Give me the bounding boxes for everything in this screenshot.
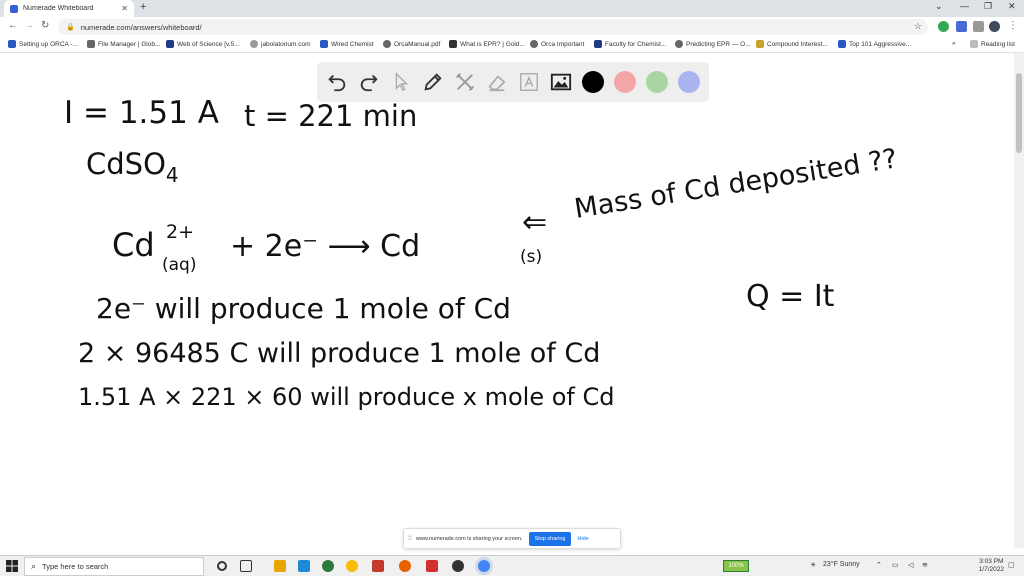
- battery-indicator[interactable]: 100%: [723, 560, 749, 572]
- reaction-rest: + 2e⁻ ⟶ Cd: [230, 229, 420, 264]
- screen: Numerade Whiteboard ✕ + ⌄ — ❐ ✕ ← → ↻ 🔒 …: [0, 0, 1024, 576]
- eraser-icon: [488, 75, 506, 92]
- redo-icon: [360, 74, 378, 92]
- product-state: (s): [520, 247, 542, 267]
- tray-overflow-icon[interactable]: ⌃: [876, 561, 882, 569]
- question-text: Mass of Cd deposited ??: [572, 143, 899, 225]
- system-clock[interactable]: 3:03 PM 1/7/2022: [979, 558, 1004, 574]
- redo-button[interactable]: [353, 66, 385, 98]
- scrollbar-thumb[interactable]: [1016, 73, 1022, 153]
- eraser-tool-button[interactable]: [481, 66, 513, 98]
- time-value: t = 221 min: [244, 99, 417, 133]
- step-one: 2e⁻ will produce 1 mole of Cd: [96, 292, 511, 325]
- chrome-icon[interactable]: [346, 560, 358, 572]
- compound-name: CdSO4: [86, 147, 179, 187]
- acrobat-icon[interactable]: [426, 560, 438, 572]
- network-icon[interactable]: ▭: [892, 561, 899, 569]
- compound-formula: CdSO: [86, 147, 166, 181]
- compound-subscript: 4: [166, 163, 179, 187]
- share-message: www.numerade.com is sharing your screen.: [415, 535, 523, 542]
- select-tool-button[interactable]: [385, 66, 417, 98]
- current-value: I = 1.51 A: [64, 95, 219, 131]
- cortana-icon[interactable]: [217, 561, 227, 571]
- reaction-state-aq: (aq): [162, 255, 196, 275]
- drag-handle-icon[interactable]: ⁞⁞: [408, 535, 412, 542]
- charge-formula: Q = It: [746, 279, 835, 314]
- firefox-icon[interactable]: [399, 560, 411, 572]
- screen-share-bar: ⁞⁞ www.numerade.com is sharing your scre…: [403, 528, 621, 549]
- task-view-icon[interactable]: [240, 560, 252, 572]
- stop-sharing-button[interactable]: Stop sharing: [528, 531, 572, 546]
- image-tool-button[interactable]: [545, 66, 577, 98]
- tools-icon: [456, 73, 474, 91]
- pen-tool-button[interactable]: [417, 66, 449, 98]
- chrome-active-icon[interactable]: [478, 560, 490, 572]
- page-scrollbar[interactable]: [1014, 53, 1024, 548]
- notifications-icon[interactable]: ▢: [1008, 561, 1015, 569]
- text-icon: [520, 73, 538, 91]
- app-red-icon[interactable]: [372, 560, 384, 572]
- edge-icon[interactable]: [298, 560, 310, 572]
- image-icon: [550, 73, 572, 91]
- question-arrow: ⇐: [522, 205, 547, 240]
- weather-icon[interactable]: ☀: [810, 561, 816, 569]
- pen-icon: [424, 73, 442, 91]
- whiteboard-toolbar: [317, 62, 709, 102]
- taskbar: ⌕ Type here to search 100% ☀ 23°F Sunny …: [0, 555, 1024, 576]
- color-swatch-red[interactable]: [614, 71, 636, 93]
- app-green-icon[interactable]: [322, 560, 334, 572]
- cursor-icon: [395, 72, 409, 92]
- undo-button[interactable]: [321, 66, 353, 98]
- hide-button[interactable]: Hide: [577, 536, 588, 542]
- color-swatch-green[interactable]: [646, 71, 668, 93]
- taskbar-search-box[interactable]: ⌕ Type here to search: [24, 557, 204, 576]
- text-tool-button[interactable]: [513, 66, 545, 98]
- search-placeholder: Type here to search: [42, 562, 109, 571]
- windows-start-icon[interactable]: [6, 560, 18, 572]
- color-swatch-black[interactable]: [582, 71, 604, 93]
- tools-button[interactable]: [449, 66, 481, 98]
- step-two: 2 × 96485 C will produce 1 mole of Cd: [78, 338, 600, 369]
- step-three: 1.51 A × 221 × 60 will produce x mole of…: [78, 383, 614, 411]
- search-icon: ⌕: [31, 561, 37, 571]
- file-explorer-icon[interactable]: [274, 560, 286, 572]
- weather-text[interactable]: 23°F Sunny: [823, 561, 860, 568]
- clock-date: 1/7/2022: [978, 566, 1004, 573]
- color-swatch-blue[interactable]: [678, 71, 700, 93]
- reaction-charge: 2+: [166, 221, 194, 243]
- clock-time: 3:03 PM: [979, 558, 1004, 565]
- reaction-reactant: Cd: [112, 226, 155, 264]
- app-dark-icon[interactable]: [452, 560, 464, 572]
- wifi-icon[interactable]: ≋: [922, 561, 928, 569]
- undo-icon: [328, 74, 346, 92]
- volume-icon[interactable]: ◁: [908, 561, 913, 569]
